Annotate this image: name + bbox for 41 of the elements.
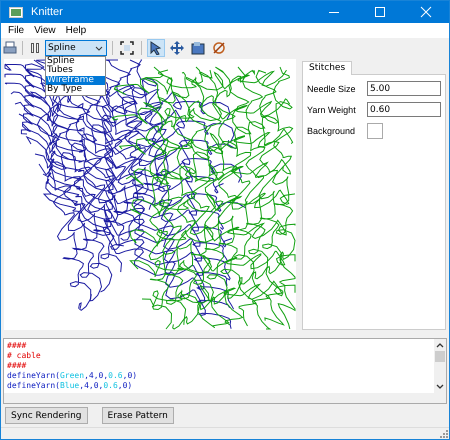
app-icon — [9, 6, 23, 18]
code-line: #### — [7, 341, 26, 351]
pause-icon[interactable] — [28, 40, 42, 54]
code-editor[interactable]: #### # cable #### defineYarn(Green,4,0,0.6,0) defineYarn(Blue,4,0,0.6,0) — [3, 338, 447, 404]
field-label: Background — [307, 126, 356, 136]
orbit-icon — [212, 40, 226, 54]
cursor-button[interactable] — [147, 38, 165, 56]
scrollbar-thumb[interactable] — [435, 351, 445, 362]
vertical-scrollbar[interactable] — [434, 339, 446, 393]
code-line: #### — [7, 361, 26, 371]
menu-item[interactable]: View — [29, 25, 61, 36]
color-swatch-button[interactable] — [367, 123, 383, 139]
menu-item[interactable]: Help — [60, 25, 92, 36]
frame-icon — [191, 40, 205, 54]
field-label: Needle Size — [307, 84, 357, 94]
code-line: defineYarn(Blue,4,0,0.6,0) — [7, 381, 132, 391]
move-arrows-icon — [170, 40, 184, 54]
window-title: Knitter — [31, 6, 64, 18]
dropdown-option[interactable]: Spline — [46, 56, 105, 66]
cursor-icon — [149, 40, 163, 54]
dropdown-option[interactable]: By Type — [46, 85, 105, 95]
code-line: defineYarn(Green,4,0,0.6,0) — [7, 371, 138, 381]
fit-screen-icon — [120, 40, 134, 54]
render-mode-dropdown[interactable]: Spline — [45, 40, 107, 56]
move-arrows-button[interactable] — [168, 38, 186, 56]
dropdown-option[interactable]: Tubes — [46, 66, 105, 76]
push-button[interactable]: Erase Pattern — [102, 407, 174, 424]
horizontal-scrollbar[interactable] — [4, 393, 446, 403]
fit-screen-button[interactable] — [118, 38, 136, 56]
text-field[interactable]: 0.60 — [367, 102, 441, 117]
tab[interactable]: Stitches — [302, 61, 352, 75]
text-field[interactable]: 5.00 — [367, 81, 441, 96]
code-line: # cable — [7, 351, 41, 361]
menu-item[interactable]: File — [3, 25, 30, 36]
field-label: Yarn Weight — [307, 104, 357, 114]
dropdown-option[interactable]: Wireframe — [46, 76, 105, 86]
printer-icon[interactable] — [3, 40, 17, 54]
scroll-up-icon[interactable] — [436, 342, 444, 348]
resize-grip-icon[interactable] — [440, 430, 448, 438]
push-button[interactable]: Sync Rendering — [5, 407, 88, 424]
scroll-down-icon[interactable] — [436, 384, 444, 390]
